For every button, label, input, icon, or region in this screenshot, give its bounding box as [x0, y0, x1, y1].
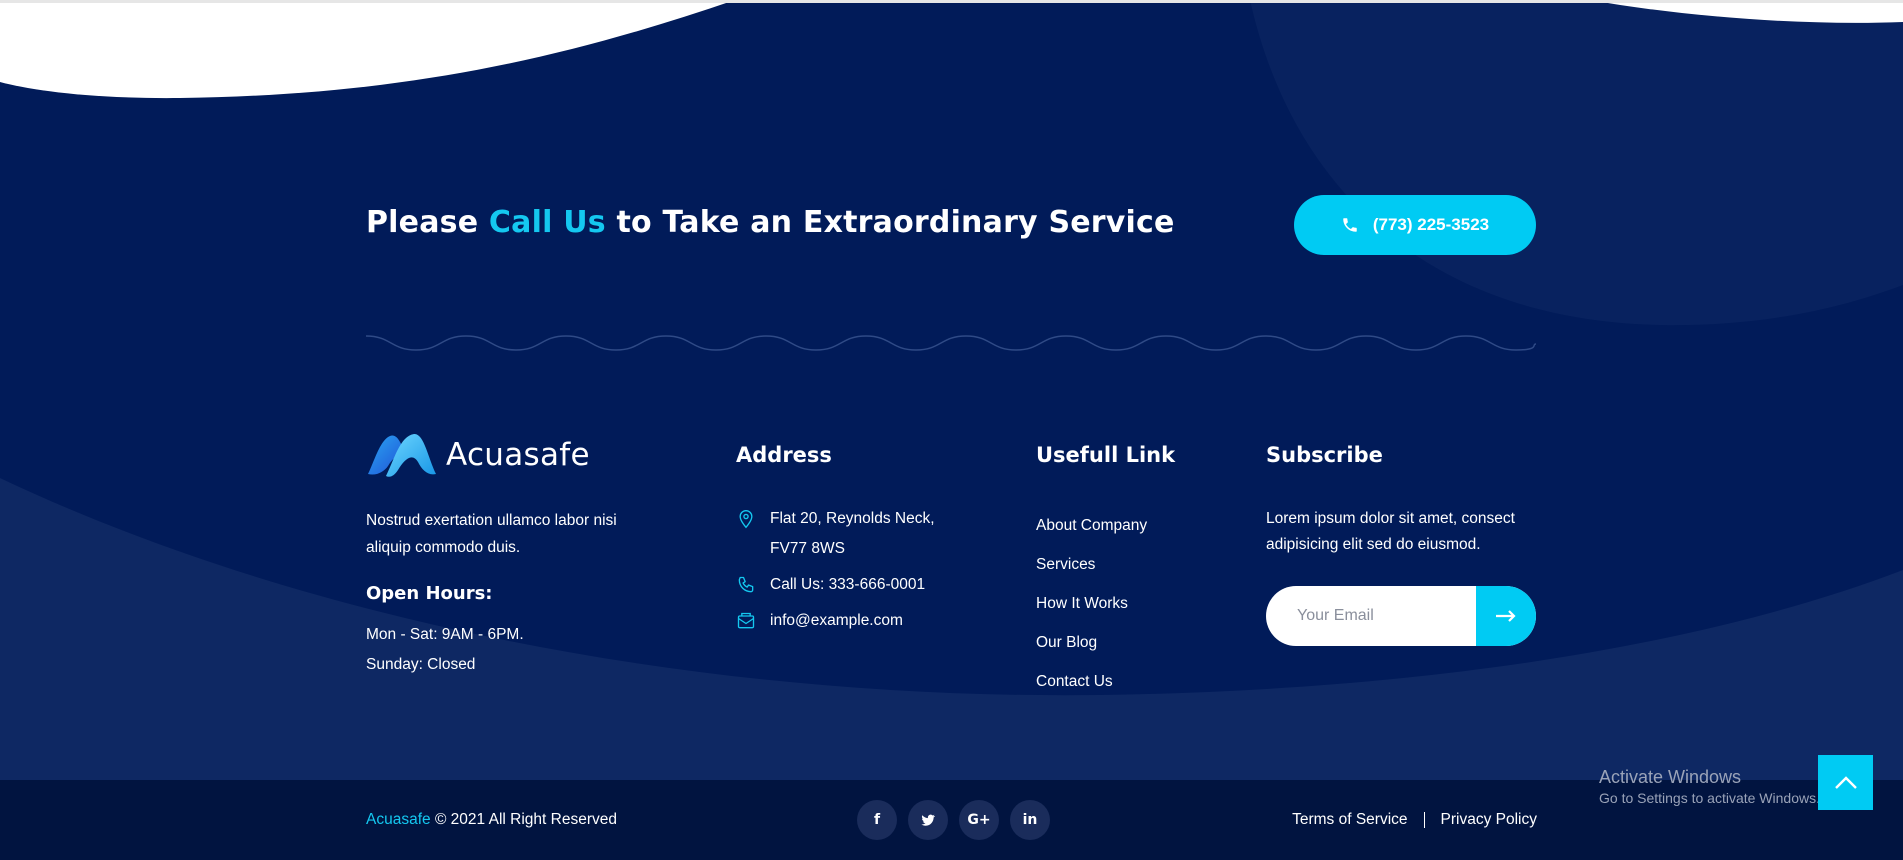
address-item-phone[interactable]: Call Us: 333-666-0001 — [736, 570, 996, 600]
link-our-blog[interactable]: Our Blog — [1036, 623, 1236, 662]
cta-heading-accent: Call Us — [488, 205, 606, 240]
address-list: Flat 20, Reynolds Neck, FV77 8WS Call Us… — [736, 504, 996, 636]
copyright-brand-link[interactable]: Acuasafe — [366, 811, 431, 828]
twitter-icon[interactable] — [908, 800, 948, 840]
email-input[interactable] — [1266, 586, 1476, 646]
subscribe-text: Lorem ipsum dolor sit amet, consect adip… — [1266, 510, 1515, 553]
legal-links: Terms of Service Privacy Policy — [1292, 810, 1537, 830]
facebook-icon[interactable]: f — [857, 800, 897, 840]
top-border-line — [0, 0, 1903, 3]
subscribe-form — [1266, 586, 1536, 646]
phone-icon — [1343, 218, 1357, 232]
legal-divider — [1423, 812, 1425, 828]
chevron-up-icon — [1834, 775, 1857, 789]
mail-icon — [736, 606, 756, 636]
cta-heading: Please Call Us to Take an Extraordinary … — [366, 205, 1175, 240]
address-location-text: Flat 20, Reynolds Neck, FV77 8WS — [770, 510, 935, 557]
links-title: Usefull Link — [1036, 443, 1176, 467]
cta-heading-prefix: Please — [366, 205, 489, 240]
social-links: f G+ in — [857, 800, 1050, 840]
link-services[interactable]: Services — [1036, 545, 1236, 584]
link-contact-us[interactable]: Contact Us — [1036, 662, 1236, 701]
cta-heading-suffix: to Take an Extraordinary Service — [605, 205, 1175, 240]
back-to-top-button[interactable] — [1818, 755, 1873, 810]
footer-links-column: Usefull Link About Company Services How … — [1036, 430, 1236, 701]
footer-subscribe-column: Subscribe Lorem ipsum dolor sit amet, co… — [1266, 430, 1536, 646]
copyright-notice: © 2021 All Right Reserved — [430, 811, 617, 828]
acuasafe-logo-icon — [368, 433, 436, 477]
activation-subtitle: Go to Settings to activate Windows. — [1599, 790, 1820, 806]
privacy-policy-link[interactable]: Privacy Policy — [1441, 810, 1537, 830]
activation-title: Activate Windows — [1599, 767, 1742, 787]
phone-call-label: (773) 225-3523 — [1372, 215, 1490, 234]
address-email-text: info@example.com — [770, 612, 903, 629]
subscribe-submit-button[interactable] — [1476, 586, 1536, 646]
linkedin-icon[interactable]: in — [1010, 800, 1050, 840]
wavy-divider — [366, 335, 1536, 351]
map-pin-icon — [736, 504, 756, 534]
windows-activation-watermark: Activate Windows Go to Settings to activ… — [1599, 766, 1820, 808]
open-hours-list: Mon - Sat: 9AM - 6PM. Sunday: Closed — [366, 620, 666, 680]
address-phone-text: Call Us: 333-666-0001 — [770, 576, 926, 593]
phone-call-button[interactable]: (773) 225-3523 — [1294, 195, 1536, 255]
subscribe-title: Subscribe — [1266, 443, 1383, 467]
address-title: Address — [736, 443, 832, 467]
link-how-it-works[interactable]: How It Works — [1036, 584, 1236, 623]
copyright-text: Acuasafe © 2021 All Right Reserved — [366, 810, 617, 830]
address-item-email[interactable]: info@example.com — [736, 606, 996, 636]
call-to-action: Please Call Us to Take an Extraordinary … — [366, 195, 1536, 255]
brand-description: Nostrud exertation ullamco labor nisi al… — [366, 512, 617, 556]
footer-brand-column: Acuasafe Nostrud exertation ullamco labo… — [366, 430, 666, 680]
open-hours-sunday: Sunday: Closed — [366, 656, 476, 673]
google-plus-icon[interactable]: G+ — [959, 800, 999, 840]
open-hours-weekdays: Mon - Sat: 9AM - 6PM. — [366, 626, 524, 643]
link-about-company[interactable]: About Company — [1036, 506, 1236, 545]
address-item-location: Flat 20, Reynolds Neck, FV77 8WS — [736, 504, 996, 564]
arrow-right-icon — [1496, 610, 1516, 622]
brand-logo[interactable]: Acuasafe — [366, 427, 666, 483]
brand-name: Acuasafe — [446, 437, 590, 473]
footer-address-column: Address Flat 20, Reynolds Neck, FV77 8WS… — [736, 430, 996, 642]
open-hours-title: Open Hours: — [366, 583, 493, 604]
phone-icon — [736, 570, 756, 600]
terms-of-service-link[interactable]: Terms of Service — [1292, 810, 1407, 830]
useful-links-list: About Company Services How It Works Our … — [1036, 506, 1236, 701]
